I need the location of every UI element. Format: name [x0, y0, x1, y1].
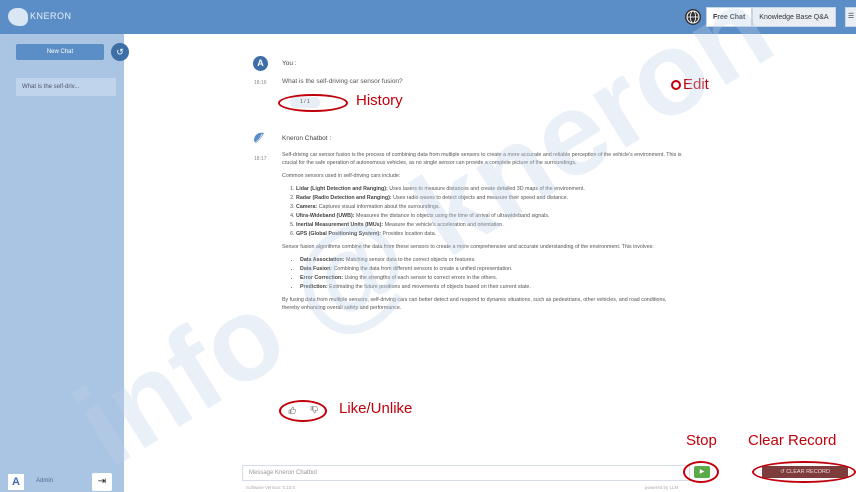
clear-record-annotation: Clear Record — [748, 432, 837, 449]
list-item-desc: Uses radio waves to detect objects and m… — [393, 195, 569, 201]
edit-icon[interactable] — [671, 80, 681, 90]
list-item-term: GPS (Global Positioning System): — [296, 231, 382, 237]
fusion-steps-list: Data Association: Matching sensor data t… — [282, 256, 684, 291]
sensor-list: Lidar (Light Detection and Ranging): Use… — [282, 185, 684, 238]
list-item-term: Data Association: — [300, 257, 345, 263]
avatar: A — [8, 474, 24, 490]
powered-by-label: powered by LLM — [645, 485, 679, 490]
tab-knowledge-base-qa[interactable]: Knowledge Base Q&A — [752, 7, 836, 27]
new-chat-button[interactable]: New Chat — [16, 44, 104, 60]
bot-sender-label: Kneron Chatbot : — [282, 135, 332, 142]
clear-record-highlight — [752, 461, 856, 483]
list-item-term: Camera: — [296, 204, 318, 210]
edit-annotation: Edit — [683, 76, 709, 93]
bot-answer: Self-driving car sensor fusion is the pr… — [282, 151, 684, 317]
tab-free-chat[interactable]: Free Chat — [706, 7, 753, 27]
list-item: Inertial Measurement Units (IMUs): Measu… — [296, 221, 684, 229]
list-item-desc: Uses lasers to measure distances and cre… — [389, 186, 585, 192]
software-version: Software Version: 0.10.0 — [246, 485, 296, 490]
answer-conclusion: By fusing data from multiple sensors, se… — [282, 297, 667, 311]
list-item: Error Correction: Using the strengths of… — [300, 274, 684, 282]
bot-message-time: 18:17 — [254, 156, 267, 162]
answer-sensors-heading: Common sensors used in self-driving cars… — [282, 173, 401, 179]
like-unlike-highlight — [279, 400, 327, 422]
user-message-time: 18:16 — [254, 80, 267, 86]
list-item-desc: Measure the vehicle's acceleration and o… — [384, 222, 504, 228]
logo-mark-icon — [8, 8, 28, 26]
message-input[interactable]: Message Kneron Chatbot — [242, 465, 690, 481]
sidebar-history-item[interactable]: What is the self-driv... — [16, 78, 116, 96]
list-item-desc: Provides location data. — [382, 231, 437, 237]
list-item-desc: Using the strengths of each sensor to co… — [344, 275, 498, 281]
like-unlike-annotation: Like/Unlike — [339, 400, 413, 417]
list-item: Data Fusion: Combining the data from dif… — [300, 265, 684, 273]
logout-button[interactable]: ⇥ — [92, 473, 112, 491]
list-item: Prediction: Estimating the future positi… — [300, 283, 684, 291]
history-highlight — [278, 94, 348, 112]
list-item: GPS (Global Positioning System): Provide… — [296, 230, 684, 238]
list-item: Radar (Radio Detection and Ranging): Use… — [296, 194, 684, 202]
user-avatar: A — [253, 56, 268, 71]
bot-avatar-icon — [252, 131, 266, 145]
list-item-term: Prediction: — [300, 284, 328, 290]
history-annotation: History — [356, 92, 403, 109]
stop-highlight — [683, 461, 719, 483]
app-logo: KNERON — [8, 8, 71, 26]
sidebar: New Chat ↺ What is the self-driv... A Ad… — [0, 34, 129, 492]
answer-fusion-heading: Sensor fusion algorithms combine the dat… — [282, 244, 654, 250]
list-item-term: Ultra-Wideband (UWB): — [296, 213, 355, 219]
list-item-desc: Combining the data from different sensor… — [333, 266, 513, 272]
list-item-term: Lidar (Light Detection and Ranging): — [296, 186, 388, 192]
list-item: Lidar (Light Detection and Ranging): Use… — [296, 185, 684, 193]
list-item-term: Radar (Radio Detection and Ranging): — [296, 195, 392, 201]
logo-text: KNERON — [30, 11, 72, 21]
list-item-desc: Estimating the future positions and move… — [329, 284, 531, 290]
list-item: Data Association: Matching sensor data t… — [300, 256, 684, 264]
user-question: What is the self-driving car sensor fusi… — [282, 78, 403, 85]
menu-icon[interactable]: ☰ — [845, 7, 856, 27]
stop-annotation: Stop — [686, 432, 717, 449]
refresh-icon[interactable]: ↺ — [111, 43, 129, 61]
globe-icon[interactable] — [685, 9, 701, 25]
mode-tabs: Free Chat Knowledge Base Q&A — [706, 7, 836, 27]
list-item-term: Inertial Measurement Units (IMUs): — [296, 222, 384, 228]
top-bar: KNERON Free Chat Knowledge Base Q&A ☰ — [0, 0, 856, 34]
user-sender-label: You : — [282, 60, 297, 67]
list-item-desc: Measures the distance to objects using t… — [356, 213, 550, 219]
list-item-desc: Captures visual information about the su… — [318, 204, 440, 210]
list-item: Camera: Captures visual information abou… — [296, 203, 684, 211]
list-item-term: Error Correction: — [300, 275, 343, 281]
list-item-desc: Matching sensor data to the correct obje… — [346, 257, 476, 263]
user-name: Admin — [36, 478, 54, 484]
list-item: Ultra-Wideband (UWB): Measures the dista… — [296, 212, 684, 220]
answer-intro: Self-driving car sensor fusion is the pr… — [282, 152, 682, 166]
list-item-term: Data Fusion: — [300, 266, 333, 272]
